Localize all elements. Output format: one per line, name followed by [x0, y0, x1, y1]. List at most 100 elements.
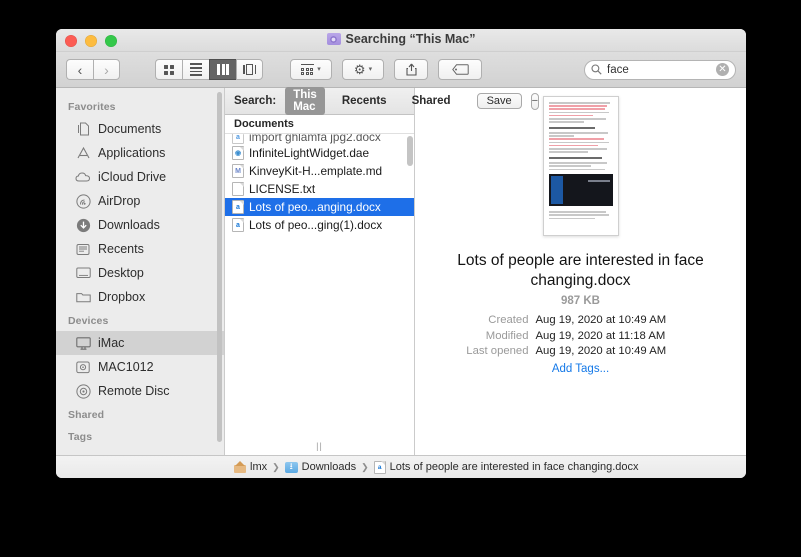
list-item-selected[interactable]: a Lots of peo...anging.docx: [225, 198, 414, 216]
scope-this-mac[interactable]: This Mac: [285, 87, 325, 115]
sidebar-item-label: AirDrop: [98, 194, 140, 208]
path-bar: lmx ❯ Downloads ❯ a Lots of people are i…: [56, 455, 746, 478]
sidebar-item-label: Dropbox: [98, 290, 145, 304]
list-view-button[interactable]: [182, 59, 209, 80]
sidebar-item-dropbox[interactable]: Dropbox: [56, 285, 224, 309]
sidebar-item-remote-disc[interactable]: Remote Disc: [56, 379, 224, 403]
icloud-icon: [75, 169, 91, 185]
action-button[interactable]: ⚙ ▾: [342, 59, 384, 80]
sidebar-item-label: MAC1012: [98, 360, 154, 374]
chevron-down-icon: ▾: [369, 66, 373, 73]
gallery-view-button[interactable]: [236, 59, 263, 80]
preview-file-size: 987 KB: [561, 295, 600, 307]
folder-icon: [75, 289, 91, 305]
applications-icon: [75, 145, 91, 161]
save-search-button[interactable]: Save: [477, 93, 522, 109]
sidebar: Favorites Documents Applications iCloud …: [56, 88, 225, 455]
sidebar-item-desktop[interactable]: Desktop: [56, 261, 224, 285]
toolbar: ‹ › ▾ ⚙: [56, 52, 746, 88]
arrange-icon: [301, 64, 314, 76]
downloads-folder-icon: [285, 462, 298, 473]
downloads-icon: [75, 217, 91, 233]
sidebar-item-label: iMac: [98, 336, 124, 350]
sidebar-item-airdrop[interactable]: AirDrop: [56, 189, 224, 213]
columns-icon: [217, 64, 229, 75]
search-input-value[interactable]: face: [607, 64, 711, 76]
metadata-row: Created Aug 19, 2020 at 10:49 AM: [451, 313, 711, 329]
file-name: InfiniteLightWidget.dae: [249, 146, 369, 160]
scope-shared[interactable]: Shared: [404, 93, 459, 109]
smart-folder-icon: [327, 33, 341, 45]
file-name: Lots of peo...anging.docx: [249, 200, 381, 214]
sidebar-item-imac[interactable]: iMac: [56, 331, 224, 355]
list-item[interactable]: ◉ InfiniteLightWidget.dae: [225, 144, 414, 162]
harddisk-icon: [75, 359, 91, 375]
icon-view-button[interactable]: [155, 59, 182, 80]
metadata-value: Aug 19, 2020 at 10:49 AM: [536, 313, 667, 329]
search-icon: [591, 64, 602, 75]
scope-recents[interactable]: Recents: [334, 93, 395, 109]
sidebar-item-recents[interactable]: Recents: [56, 237, 224, 261]
metadata-key: Last opened: [451, 344, 529, 360]
list-item[interactable]: LICENSE.txt: [225, 180, 414, 198]
remove-criteria-button[interactable]: −: [531, 93, 539, 110]
file-name: KinveyKit-H...emplate.md: [249, 164, 382, 178]
preview-file-title: Lots of people are interested in face ch…: [456, 251, 706, 290]
breadcrumb-label: lmx: [250, 461, 267, 473]
add-tags-link[interactable]: Add Tags...: [427, 363, 734, 375]
sidebar-item-downloads[interactable]: Downloads: [56, 213, 224, 237]
docx-icon: a: [232, 200, 244, 214]
metadata-key: Modified: [451, 329, 529, 345]
tags-button[interactable]: [438, 59, 482, 80]
back-button[interactable]: ‹: [66, 59, 93, 80]
sidebar-item-icloud-drive[interactable]: iCloud Drive: [56, 165, 224, 189]
breadcrumb-downloads[interactable]: Downloads: [285, 461, 356, 473]
breadcrumb-file[interactable]: a Lots of people are interested in face …: [374, 461, 639, 474]
list-item[interactable]: M KinveyKit-H...emplate.md: [225, 162, 414, 180]
list-item[interactable]: a import ghlamfa jpg2.docx: [225, 134, 414, 144]
tag-icon: [452, 64, 469, 75]
forward-button[interactable]: ›: [93, 59, 120, 80]
metadata-value: Aug 19, 2020 at 10:49 AM: [536, 344, 667, 360]
sidebar-item-label: Applications: [98, 146, 165, 160]
search-label: Search:: [234, 95, 276, 107]
sidebar-item-applications[interactable]: Applications: [56, 141, 224, 165]
sidebar-item-documents[interactable]: Documents: [56, 117, 224, 141]
breadcrumb-separator: ❯: [272, 462, 280, 473]
preview-metadata: Created Aug 19, 2020 at 10:49 AM Modifie…: [451, 313, 711, 360]
search-field[interactable]: face ✕: [584, 60, 736, 80]
breadcrumb-label: Downloads: [302, 461, 356, 473]
window-title: Searching “This Mac”: [346, 32, 476, 46]
sidebar-item-mac1012[interactable]: MAC1012: [56, 355, 224, 379]
sidebar-item-label: Documents: [98, 122, 161, 136]
title-bar: Searching “This Mac”: [56, 29, 746, 52]
docx-icon: a: [232, 218, 244, 232]
metadata-value: Aug 19, 2020 at 11:18 AM: [536, 329, 666, 345]
sidebar-header-devices: Devices: [56, 309, 224, 331]
sidebar-scrollbar[interactable]: [217, 92, 222, 442]
arrange-button[interactable]: ▾: [290, 59, 332, 80]
breadcrumb-home[interactable]: lmx: [234, 461, 267, 473]
window-body: Favorites Documents Applications iCloud …: [56, 88, 746, 455]
sidebar-item-label: Downloads: [98, 218, 160, 232]
column-view-button[interactable]: [209, 59, 236, 80]
chevron-left-icon: ‹: [78, 63, 83, 77]
share-icon: [406, 63, 417, 76]
column-resize-handle[interactable]: ||: [316, 441, 323, 451]
view-mode-buttons: [155, 59, 263, 80]
home-icon: [234, 462, 246, 473]
sidebar-header-shared: Shared: [56, 403, 224, 425]
list-item[interactable]: a Lots of peo...ging(1).docx: [225, 216, 414, 234]
preview-pane: Lots of people are interested in face ch…: [415, 88, 746, 455]
search-scope-bar: Search: This Mac Recents Shared Save −: [225, 88, 414, 115]
file-list-scrollbar[interactable]: [407, 136, 413, 166]
sidebar-item-label: Remote Disc: [98, 384, 170, 398]
breadcrumb-separator: ❯: [361, 462, 369, 473]
share-button[interactable]: [394, 59, 428, 80]
imac-icon: [75, 335, 91, 351]
file-name: LICENSE.txt: [249, 182, 315, 196]
gallery-icon: [243, 64, 256, 75]
dae-icon: ◉: [232, 146, 244, 160]
clear-search-icon[interactable]: ✕: [716, 63, 729, 76]
sidebar-item-label: Recents: [98, 242, 144, 256]
